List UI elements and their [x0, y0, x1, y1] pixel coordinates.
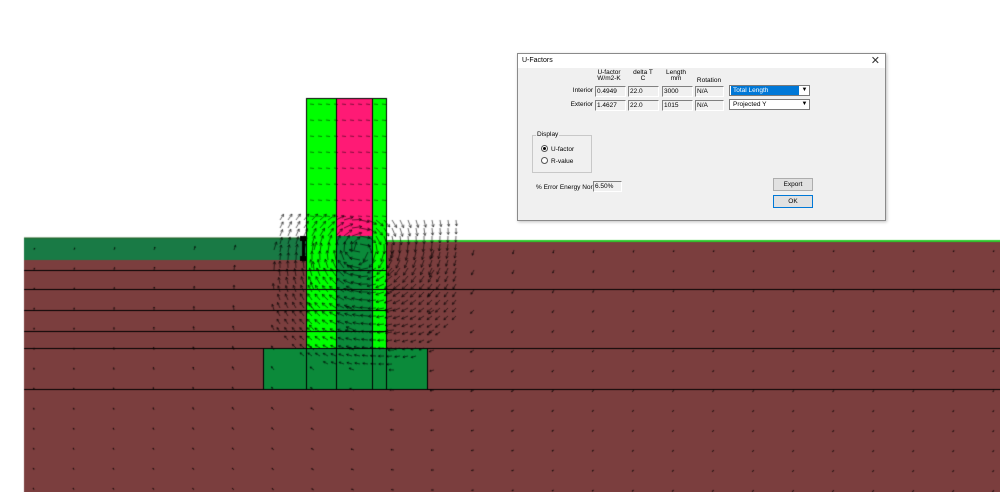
chevron-down-icon[interactable]: ▼: [800, 100, 809, 109]
deltat-header-unit: C: [640, 75, 646, 82]
export-button[interactable]: Export: [773, 178, 813, 191]
ufactor-radio[interactable]: U-factor: [541, 145, 574, 154]
u-factors-dialog: U-Factors ✕ U-factor W/m2-K delta T C Le…: [517, 53, 886, 221]
rvalue-radio[interactable]: R-value: [541, 157, 573, 166]
dialog-titlebar[interactable]: U-Factors ✕: [518, 54, 885, 68]
interior-length-field[interactable]: 3000: [662, 86, 693, 97]
exterior-label: Exterior: [570, 101, 593, 108]
length-header: Length mm: [662, 69, 690, 82]
length-header-unit: mm: [670, 75, 682, 82]
exterior-deltat-field[interactable]: 22.0: [628, 100, 659, 111]
ufactor-header: U-factor W/m2-K: [595, 69, 623, 82]
exterior-rotation-field[interactable]: N/A: [695, 100, 724, 111]
interior-deltat-field[interactable]: 22.0: [628, 86, 659, 97]
radio-unselected-icon[interactable]: [541, 157, 548, 164]
interior-ufactor-field[interactable]: 0.4949: [595, 86, 626, 97]
radio-selected-icon[interactable]: [541, 145, 548, 152]
interior-label: Interior: [572, 87, 593, 94]
exterior-length-mode-value: Projected Y: [733, 101, 767, 108]
ufactor-header-unit: W/m2-K: [597, 75, 621, 82]
chevron-down-icon[interactable]: ▼: [800, 86, 809, 95]
ok-button[interactable]: OK: [773, 195, 813, 208]
ufactor-radio-label: U-factor: [551, 146, 575, 153]
exterior-ufactor-field[interactable]: 1.4627: [595, 100, 626, 111]
interior-rotation-field[interactable]: N/A: [695, 86, 724, 97]
display-groupbox: Display U-factor R-value: [532, 131, 592, 173]
error-energy-norm-field[interactable]: 6.50%: [593, 181, 622, 192]
display-group-label: Display: [536, 131, 560, 138]
close-icon[interactable]: ✕: [871, 54, 880, 68]
exterior-length-field[interactable]: 1015: [662, 100, 693, 111]
interior-length-mode-select[interactable]: Total Length ▼: [729, 85, 810, 96]
rvalue-radio-label: R-value: [551, 158, 574, 165]
interior-length-mode-value: Total Length: [731, 86, 799, 95]
exterior-length-mode-select[interactable]: Projected Y ▼: [729, 99, 810, 110]
deltat-header: delta T C: [628, 69, 658, 82]
error-energy-norm-label: % Error Energy Norm: [536, 184, 599, 191]
rotation-header: Rotation: [696, 77, 722, 84]
dialog-title: U-Factors: [522, 57, 553, 64]
